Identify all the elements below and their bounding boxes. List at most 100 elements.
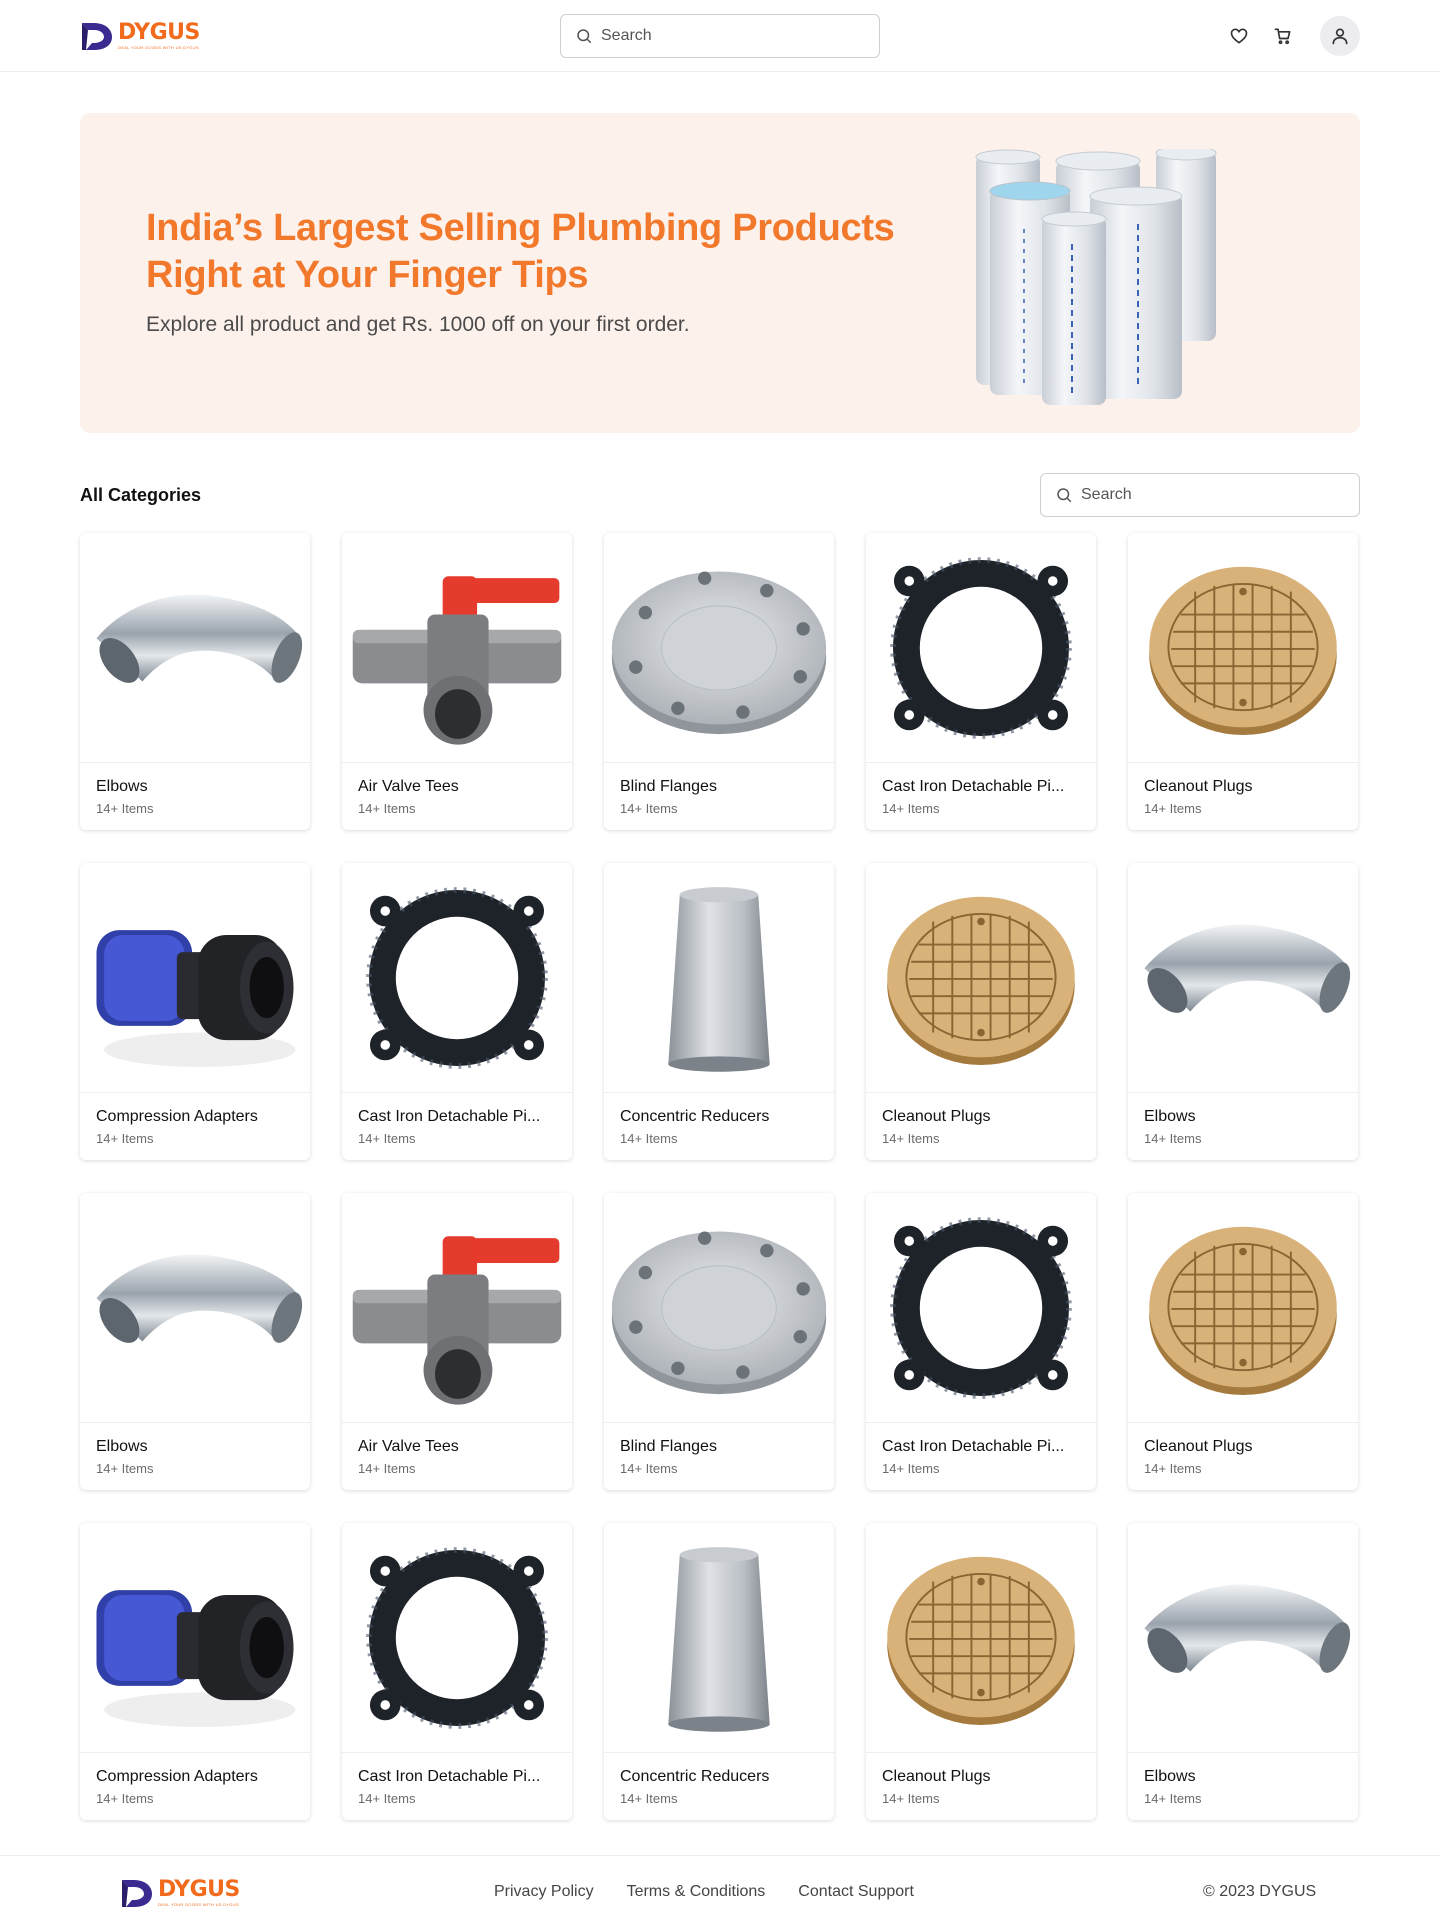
profile-button[interactable] [1320,16,1360,56]
brand-name: DYGUS [118,20,200,45]
category-card[interactable]: Blind Flanges 14+ Items [604,1193,834,1490]
category-count: 14+ Items [620,1461,678,1476]
category-grid: Elbows 14+ Items Air Valve Tees 14+ Items Bl… [80,533,1360,1820]
category-card[interactable]: Blind Flanges 14+ Items [604,533,834,830]
category-name: Compression Adapters [96,1768,258,1785]
category-name: Cleanout Plugs [1144,778,1253,795]
category-card[interactable]: Cast Iron Detachable Pi... 14+ Items [866,533,1096,830]
elbow-product-image [80,533,310,763]
brand-tagline: DEAL YOUR GOODS WITH US DYGUS [118,45,199,50]
category-count: 14+ Items [620,1131,678,1146]
category-count: 14+ Items [1144,801,1202,816]
contact-support-link[interactable]: Contact Support [798,1883,914,1901]
cart-icon [1274,28,1291,45]
category-card[interactable]: Cleanout Plugs 14+ Items [1128,533,1358,830]
valve-product-image [342,1193,572,1423]
category-count: 14+ Items [96,1131,154,1146]
category-name: Cleanout Plugs [1144,1438,1253,1455]
user-icon [1332,28,1348,45]
category-name: Elbows [96,1438,148,1455]
category-count: 14+ Items [358,801,416,816]
castiron-product-image [342,863,572,1093]
banner-subtitle: Explore all product and get Rs. 1000 off… [146,313,690,336]
plug-product-image [866,1523,1096,1753]
category-name: Cast Iron Detachable Pi... [358,1108,541,1125]
category-search-input[interactable] [1081,486,1321,504]
category-count: 14+ Items [96,1461,154,1476]
terms-link[interactable]: Terms & Conditions [627,1883,766,1901]
plug-product-image [1128,533,1358,763]
category-name: Air Valve Tees [358,1438,459,1455]
category-card[interactable]: Compression Adapters 14+ Items [80,1523,310,1820]
category-card[interactable]: Elbows 14+ Items [80,533,310,830]
category-card[interactable]: Compression Adapters 14+ Items [80,863,310,1160]
category-count: 14+ Items [882,1131,940,1146]
category-card[interactable]: Cast Iron Detachable Pi... 14+ Items [342,863,572,1160]
category-card[interactable]: Elbows 14+ Items [1128,1523,1358,1820]
category-name: Blind Flanges [620,1438,717,1455]
header-search[interactable] [560,14,880,58]
heart-icon [1230,28,1248,44]
category-name: Compression Adapters [96,1108,258,1125]
category-name: Cast Iron Detachable Pi... [358,1768,541,1785]
privacy-policy-link[interactable]: Privacy Policy [494,1883,594,1901]
category-count: 14+ Items [96,801,154,816]
logo-mark-icon [122,1880,152,1907]
category-count: 14+ Items [358,1131,416,1146]
plug-product-image [866,863,1096,1093]
category-name: Cast Iron Detachable Pi... [882,1438,1065,1455]
valve-product-image [342,533,572,763]
category-count: 14+ Items [882,801,940,816]
category-card[interactable]: Cleanout Plugs 14+ Items [866,863,1096,1160]
flange-product-image [604,533,834,763]
plug-product-image [1128,1193,1358,1423]
header-search-input[interactable] [601,27,841,45]
category-card[interactable]: Concentric Reducers 14+ Items [604,863,834,1160]
elbow-product-image [80,1193,310,1423]
logo-mark-icon [82,23,112,50]
category-card[interactable]: Cleanout Plugs 14+ Items [866,1523,1096,1820]
category-count: 14+ Items [1144,1791,1202,1806]
castiron-product-image [866,1193,1096,1423]
brand-tagline: DEAL YOUR GOODS WITH US DYGUS [158,1902,239,1907]
category-card[interactable]: Elbows 14+ Items [1128,863,1358,1160]
brand-logo[interactable]: DYGUS DEAL YOUR GOODS WITH US DYGUS [80,19,200,53]
footer: DYGUS DEAL YOUR GOODS WITH US DYGUS Priv… [0,1855,1440,1925]
category-count: 14+ Items [1144,1131,1202,1146]
category-name: Elbows [1144,1768,1196,1785]
category-count: 14+ Items [882,1791,940,1806]
category-card[interactable]: Cast Iron Detachable Pi... 14+ Items [866,1193,1096,1490]
category-card[interactable]: Cast Iron Detachable Pi... 14+ Items [342,1523,572,1820]
top-header: DYGUS DEAL YOUR GOODS WITH US DYGUS [0,0,1440,72]
elbow-product-image [1128,863,1358,1093]
categories-title: All Categories [80,485,202,505]
search-icon [1057,488,1072,503]
category-card[interactable]: Concentric Reducers 14+ Items [604,1523,834,1820]
adapter-product-image [80,1523,310,1753]
category-search[interactable] [1040,473,1360,517]
category-card[interactable]: Elbows 14+ Items [80,1193,310,1490]
category-count: 14+ Items [620,1791,678,1806]
category-card[interactable]: Air Valve Tees 14+ Items [342,533,572,830]
category-card[interactable]: Air Valve Tees 14+ Items [342,1193,572,1490]
category-name: Blind Flanges [620,778,717,795]
adapter-product-image [80,863,310,1093]
category-name: Elbows [96,778,148,795]
wishlist-button[interactable] [1226,23,1252,49]
cart-button[interactable] [1270,23,1296,49]
banner-title: India’s Largest Selling Plumbing Product… [146,207,895,296]
category-card[interactable]: Cleanout Plugs 14+ Items [1128,1193,1358,1490]
footer-logo[interactable]: DYGUS DEAL YOUR GOODS WITH US DYGUS [120,1876,240,1910]
category-count: 14+ Items [882,1461,940,1476]
hero-banner: India’s Largest Selling Plumbing Product… [80,113,1360,433]
castiron-product-image [866,533,1096,763]
category-name: Cleanout Plugs [882,1108,991,1125]
footer-links: Privacy Policy Terms & Conditions Contac… [494,1883,914,1901]
reducer-product-image [604,1523,834,1753]
pipes-image [975,149,1217,405]
category-count: 14+ Items [358,1791,416,1806]
copyright: © 2023 DYGUS [1203,1883,1317,1900]
category-name: Cast Iron Detachable Pi... [882,778,1065,795]
castiron-product-image [342,1523,572,1753]
elbow-product-image [1128,1523,1358,1753]
